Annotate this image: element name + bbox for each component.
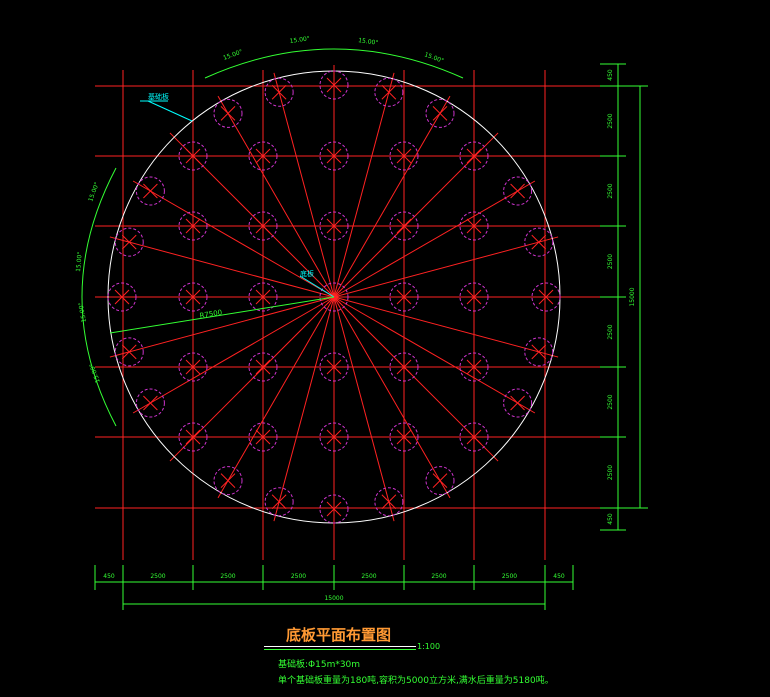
right-dim-label-1: 2500 (607, 113, 614, 128)
top-angle-label-2: 15.00° (289, 35, 310, 45)
radial-line-21 (333, 132, 499, 298)
bottom-dim-label-0: 450 (103, 573, 115, 580)
left-angle-label-4: 15.00° (88, 362, 101, 383)
bottom-total-label: 15000 (324, 595, 343, 602)
radial-line-20 (333, 95, 451, 298)
radial-line-7 (273, 296, 335, 522)
radial-line-22 (333, 180, 536, 298)
right-dim-label-0: 450 (607, 69, 614, 81)
right-dim-label-4: 2500 (607, 324, 614, 339)
foundation-plan-drawing: 450 2500 2500 2500 2500 2500 2500 450 15000 450 25… (75, 35, 648, 610)
radial-line-4 (333, 296, 451, 499)
bottom-dim-label-7: 450 (553, 573, 565, 580)
left-angle-label-3: 15.00° (78, 302, 88, 323)
radial-line-10 (132, 296, 335, 414)
axis-grid (95, 70, 600, 560)
right-total-label: 15000 (629, 287, 636, 306)
radius-label: R7500 (199, 309, 223, 320)
radial-line-13 (109, 236, 335, 298)
right-dim-label-5: 2500 (607, 394, 614, 409)
center-label: 底板 (300, 269, 314, 278)
radial-line-19 (333, 72, 395, 298)
drawing-scale: 1:100 (417, 642, 441, 651)
note-weight: 单个基础板重量为180吨,容积为5000立方米,满水后重量为5180吨。 (278, 676, 554, 686)
radial-line-11 (109, 296, 335, 358)
bottom-dim-label-1: 2500 (150, 573, 165, 580)
note-size: 基础板:Φ15m*30m (278, 660, 361, 670)
dimension-lines: 450 2500 2500 2500 2500 2500 2500 450 15000 450 25… (94, 63, 648, 610)
radial-line-9 (169, 296, 335, 462)
radial-line-14 (132, 180, 335, 298)
top-angle-label-1: 15.00° (222, 48, 243, 61)
bottom-dim-label-4: 2500 (361, 573, 376, 580)
title-underline (264, 646, 416, 647)
right-dim-label-3: 2500 (607, 254, 614, 269)
radial-line-17 (273, 72, 335, 298)
top-angle-label-4: 15.00° (423, 51, 444, 64)
left-angle-label-2: 15.00° (75, 251, 84, 272)
top-angle-label-3: 15.00° (358, 37, 379, 47)
radial-line-1 (333, 296, 559, 358)
right-dim-label-2: 2500 (607, 183, 614, 198)
bottom-dim-label-3: 2500 (291, 573, 306, 580)
radial-line-5 (333, 296, 395, 522)
right-dim-label-6: 2500 (607, 465, 614, 480)
radial-line-8 (217, 296, 335, 499)
left-angle-label-1: 15.00° (87, 181, 100, 202)
right-dim-label-7: 450 (607, 513, 614, 525)
edge-label: 基础板 (148, 92, 169, 101)
bottom-dim-label-5: 2500 (431, 573, 446, 580)
drawing-title: 底板平面布置图 (286, 626, 392, 644)
radial-line-2 (333, 296, 536, 414)
edge-leader (147, 100, 193, 122)
title-underline-green (264, 649, 416, 650)
radial-line-16 (217, 95, 335, 298)
bottom-dim-label-2: 2500 (220, 573, 235, 580)
bottom-dim-label-6: 2500 (502, 573, 517, 580)
radial-line-23 (333, 236, 559, 298)
